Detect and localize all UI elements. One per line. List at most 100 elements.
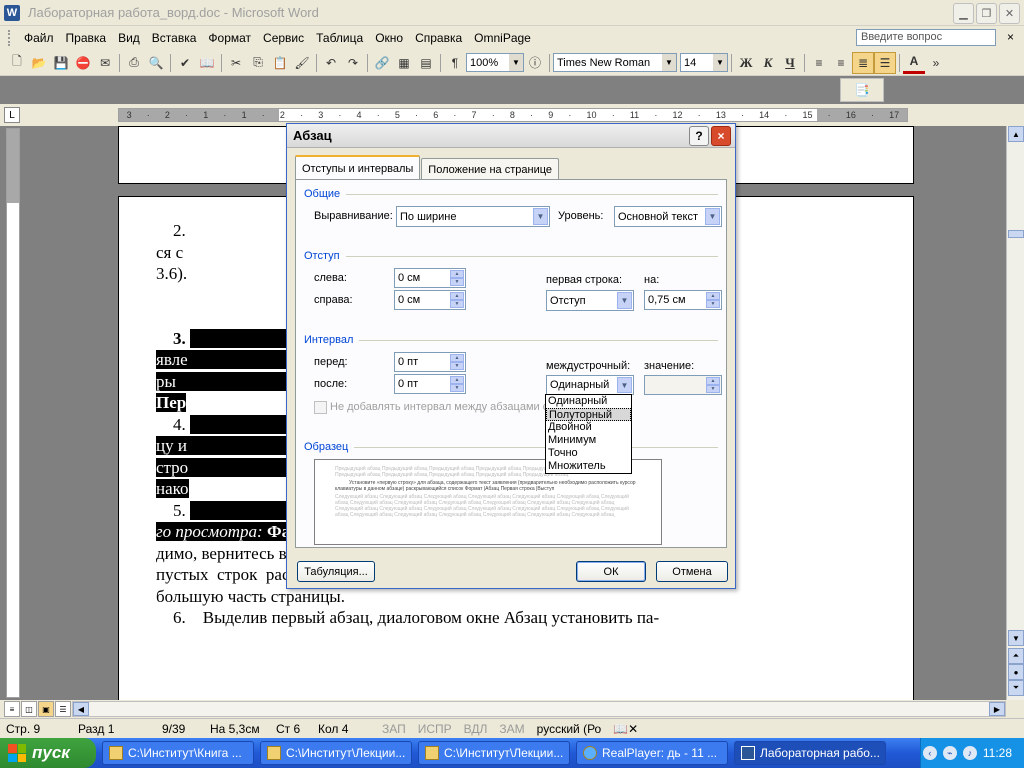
status-ovr[interactable]: ЗАМ: [493, 722, 530, 736]
print-preview-icon[interactable]: 🔍: [145, 52, 167, 74]
dialog-title-bar[interactable]: Абзац ? ×: [287, 124, 735, 148]
taskbar-item[interactable]: RealPlayer: дь - 11 ...: [576, 741, 728, 765]
print-layout-icon[interactable]: ▣: [38, 701, 54, 717]
cut-icon[interactable]: ✂: [225, 52, 247, 74]
taskbar-item[interactable]: C:\Институт\Книга ...: [102, 741, 254, 765]
menu-help[interactable]: Справка: [409, 29, 468, 47]
save-icon[interactable]: 💾: [50, 52, 72, 74]
ok-button[interactable]: ОК: [576, 561, 646, 582]
menu-window[interactable]: Окно: [369, 29, 409, 47]
spin-down-icon[interactable]: ▼: [706, 385, 720, 393]
next-page-icon[interactable]: ⏷: [1008, 680, 1024, 696]
toolbar-options-icon[interactable]: »: [925, 52, 947, 74]
document-line[interactable]: 6. Выделив первый абзац, диалоговом окне…: [156, 607, 724, 629]
permission-icon[interactable]: ⛔: [72, 52, 94, 74]
volume-icon[interactable]: ♪: [962, 746, 977, 760]
tables-borders-icon[interactable]: ▦: [393, 52, 415, 74]
scroll-thumb[interactable]: [1008, 230, 1024, 238]
spacing-after-spinner[interactable]: 0 пт ▲ ▼: [394, 374, 466, 394]
menu-grip[interactable]: [8, 30, 12, 46]
zoom-combo[interactable]: 100% ▼: [466, 53, 524, 72]
vertical-scrollbar[interactable]: ▲ ▼ ⏶ ● ⏷: [1006, 126, 1024, 700]
taskbar-item[interactable]: C:\Институт\Лекции...: [418, 741, 570, 765]
spin-down-icon[interactable]: ▼: [706, 300, 720, 308]
scroll-down-icon[interactable]: ▼: [1008, 630, 1024, 646]
dialog-help-button[interactable]: ?: [689, 126, 709, 146]
spin-up-icon[interactable]: ▲: [706, 377, 720, 385]
no-space-checkbox[interactable]: [314, 401, 327, 414]
chevron-down-icon[interactable]: ▼: [713, 54, 727, 71]
font-name-combo[interactable]: Times New Roman ▼: [553, 53, 677, 72]
menu-format[interactable]: Формат: [202, 29, 257, 47]
first-line-select[interactable]: Отступ ▼: [546, 290, 634, 311]
close-document-icon[interactable]: ×: [1007, 30, 1014, 44]
new-doc-icon[interactable]: 🗋: [6, 52, 28, 74]
dialog-close-button[interactable]: ×: [711, 126, 731, 146]
paste-icon[interactable]: 📋: [269, 52, 291, 74]
minimize-button[interactable]: ▁: [953, 3, 974, 24]
tab-selector-icon[interactable]: L: [4, 107, 20, 123]
line-spacing-option[interactable]: Точно: [546, 447, 631, 460]
chevron-down-icon[interactable]: ▼: [509, 54, 523, 71]
menu-insert[interactable]: Вставка: [146, 29, 203, 47]
font-size-combo[interactable]: 14 ▼: [680, 53, 728, 72]
email-icon[interactable]: ✉: [94, 52, 116, 74]
line-spacing-option[interactable]: Одинарный: [546, 395, 631, 408]
tab-line-page-breaks[interactable]: Положение на странице: [421, 158, 560, 180]
redo-icon[interactable]: ↷: [342, 52, 364, 74]
alignment-select[interactable]: По ширине ▼: [396, 206, 550, 227]
network-icon[interactable]: ⌁: [942, 746, 957, 760]
italic-button[interactable]: К: [757, 52, 779, 74]
indent-right-spinner[interactable]: 0 см ▲ ▼: [394, 290, 466, 310]
hyperlink-icon[interactable]: 🔗: [371, 52, 393, 74]
scroll-up-icon[interactable]: ▲: [1008, 126, 1024, 142]
line-spacing-option[interactable]: Множитель: [546, 460, 631, 473]
normal-view-icon[interactable]: ≡: [4, 701, 20, 717]
research-icon[interactable]: 📖: [196, 52, 218, 74]
spacing-before-spinner[interactable]: 0 пт ▲ ▼: [394, 352, 466, 372]
menu-tools[interactable]: Сервис: [257, 29, 310, 47]
omnipage-icon[interactable]: 📑: [851, 79, 873, 101]
tray-arrow-icon[interactable]: ‹: [922, 746, 937, 760]
chevron-down-icon[interactable]: ▼: [617, 377, 632, 393]
menu-table[interactable]: Таблица: [310, 29, 369, 47]
prev-page-icon[interactable]: ⏶: [1008, 648, 1024, 664]
level-select[interactable]: Основной текст ▼: [614, 206, 722, 227]
numbering-icon[interactable]: ☰: [874, 51, 896, 74]
web-view-icon[interactable]: ◫: [21, 701, 37, 717]
select-browse-object-icon[interactable]: ●: [1008, 664, 1024, 680]
tab-indents-spacing[interactable]: Отступы и интервалы: [295, 155, 421, 180]
horizontal-scrollbar[interactable]: ◀ ▶: [72, 701, 1006, 717]
horizontal-ruler[interactable]: 3 · 2 · 1 · 1 · 2 · 3 · 4 · 5 · 6 · 7 · 8 · 9 · 10 · 11 · 12 · 13 · 14 · 1…: [118, 108, 908, 122]
spin-down-icon[interactable]: ▼: [450, 362, 464, 370]
chevron-down-icon[interactable]: ▼: [662, 54, 676, 71]
line-spacing-option[interactable]: Двойной: [546, 421, 631, 434]
tabs-button[interactable]: Табуляция...: [297, 561, 375, 582]
start-button[interactable]: пуск: [0, 738, 96, 768]
scroll-right-icon[interactable]: ▶: [989, 702, 1005, 716]
indent-left-spinner[interactable]: 0 см ▲ ▼: [394, 268, 466, 288]
menu-view[interactable]: Вид: [112, 29, 146, 47]
spin-down-icon[interactable]: ▼: [450, 278, 464, 286]
status-rec[interactable]: ЗАП: [376, 722, 412, 736]
undo-icon[interactable]: ↶: [320, 52, 342, 74]
spin-up-icon[interactable]: ▲: [706, 292, 720, 300]
spin-down-icon[interactable]: ▼: [450, 384, 464, 392]
taskbar-item-active[interactable]: Лабораторная рабо...: [734, 741, 886, 765]
spelling-icon[interactable]: ✔: [174, 52, 196, 74]
first-line-by-spinner[interactable]: 0,75 см ▲ ▼: [644, 290, 722, 310]
menu-edit[interactable]: Правка: [60, 29, 113, 47]
line-spacing-select[interactable]: Одинарный ▼: [546, 375, 634, 395]
clock[interactable]: 11:28: [983, 746, 1012, 760]
line-spacing-dropdown[interactable]: Одинарный Полуторный Двойной Минимум Точ…: [545, 394, 632, 474]
format-painter-icon[interactable]: 🖌: [291, 52, 313, 74]
outline-view-icon[interactable]: ☰: [55, 701, 71, 717]
align-left-icon[interactable]: ≡: [808, 52, 830, 74]
help-icon[interactable]: ⓘ: [524, 52, 546, 74]
justify-icon[interactable]: ≣: [852, 51, 874, 74]
underline-button[interactable]: Ч: [779, 52, 801, 74]
spin-up-icon[interactable]: ▲: [450, 376, 464, 384]
spin-up-icon[interactable]: ▲: [450, 292, 464, 300]
chevron-down-icon[interactable]: ▼: [533, 208, 548, 225]
cancel-button[interactable]: Отмена: [656, 561, 728, 582]
